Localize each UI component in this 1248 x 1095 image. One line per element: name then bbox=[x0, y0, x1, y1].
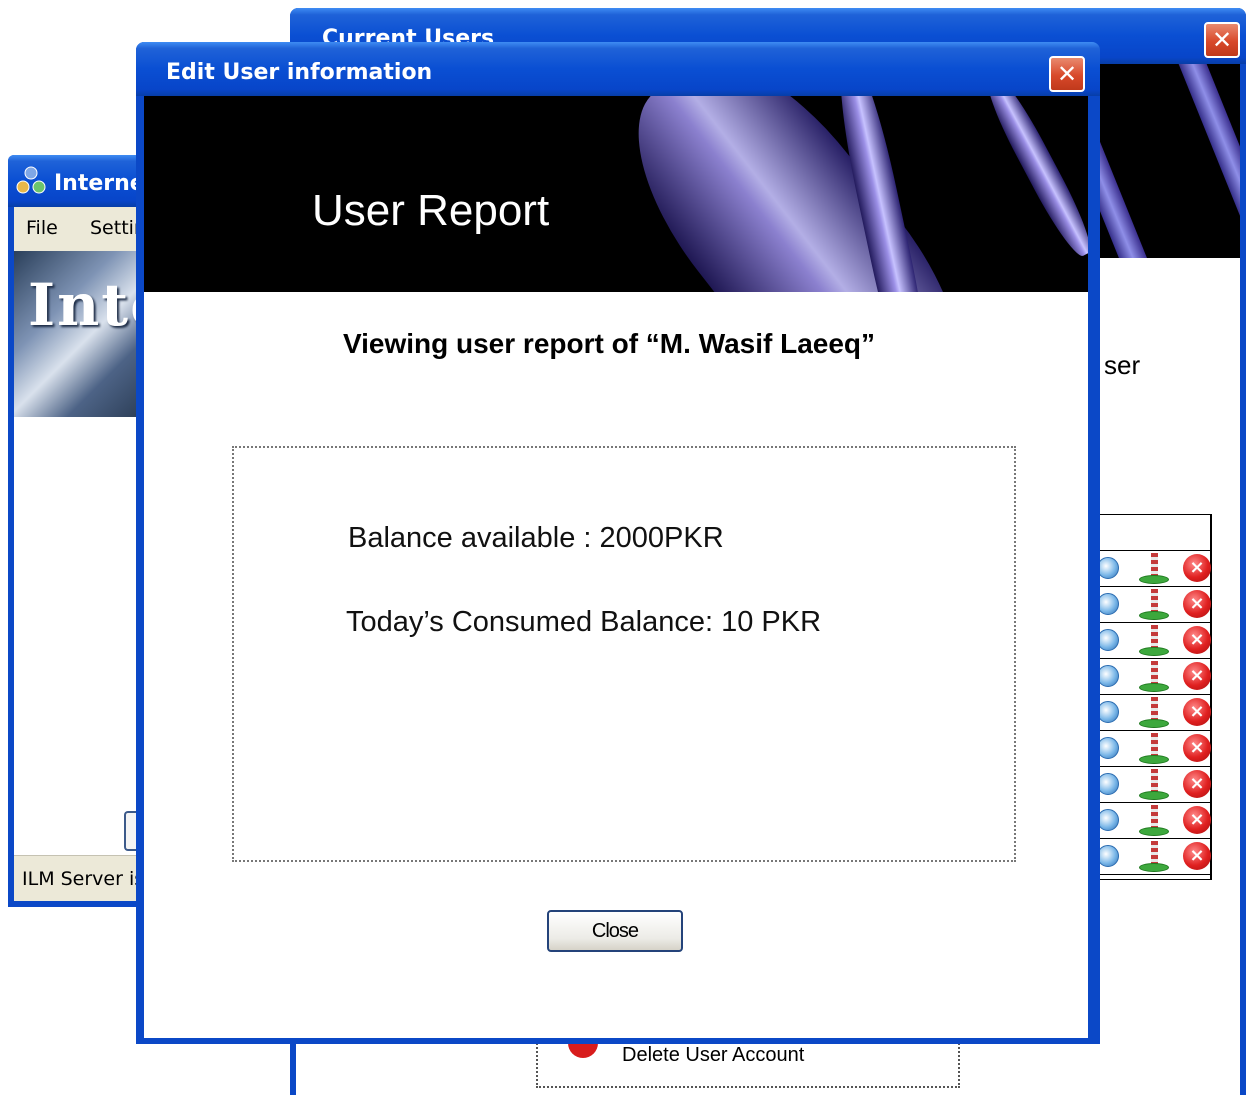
current-users-close-icon[interactable]: ✕ bbox=[1204, 22, 1240, 58]
edit-user-dialog: Edit User information ✕ User Report View… bbox=[136, 42, 1100, 1044]
delete-icon[interactable]: × bbox=[1183, 662, 1211, 690]
current-users-heading-fragment: ser bbox=[1104, 350, 1141, 380]
edit-user-icon[interactable] bbox=[1097, 773, 1119, 795]
edit-user-icon[interactable] bbox=[1097, 701, 1119, 723]
connection-icon[interactable] bbox=[1137, 589, 1171, 621]
table-row: × bbox=[1097, 839, 1211, 875]
delete-account-group: Delete User Account bbox=[536, 1036, 960, 1088]
delete-icon[interactable]: × bbox=[1183, 842, 1211, 870]
menu-file[interactable]: File bbox=[26, 217, 58, 239]
balance-info-box: Balance available : 2000PKR Today’s Cons… bbox=[232, 446, 1016, 862]
main-statusbar: ILM Server is bbox=[14, 855, 144, 901]
connection-icon[interactable] bbox=[1137, 805, 1171, 837]
banner-streak bbox=[594, 96, 1004, 292]
main-banner: Internet bbox=[14, 251, 140, 417]
dialog-client: User Report Viewing user report of “M. W… bbox=[144, 96, 1088, 1038]
connection-icon[interactable] bbox=[1137, 697, 1171, 729]
users-table: × × × × × × × × × bbox=[1096, 514, 1212, 880]
network-icon bbox=[16, 166, 46, 194]
banner-streak bbox=[978, 96, 1088, 262]
delete-account-label[interactable]: Delete User Account bbox=[622, 1044, 804, 1067]
table-row: × bbox=[1097, 803, 1211, 839]
edit-user-icon[interactable] bbox=[1097, 665, 1119, 687]
connection-icon[interactable] bbox=[1137, 625, 1171, 657]
main-app-window: Internet File Settings Internet ILM Serv… bbox=[8, 155, 168, 907]
table-row: × bbox=[1097, 623, 1211, 659]
consumed-balance-text: Today’s Consumed Balance: 10 PKR bbox=[346, 606, 822, 638]
main-menubar: File Settings bbox=[14, 207, 168, 251]
users-table-body: × × × × × × × × × bbox=[1097, 551, 1211, 875]
report-subtitle: Viewing user report of “M. Wasif Laeeq” bbox=[342, 328, 876, 359]
table-row: × bbox=[1097, 695, 1211, 731]
delete-icon[interactable]: × bbox=[1183, 734, 1211, 762]
delete-icon[interactable]: × bbox=[1183, 626, 1211, 654]
main-app-title: Internet bbox=[54, 171, 140, 196]
report-banner-title: User Report bbox=[312, 186, 550, 235]
edit-user-icon[interactable] bbox=[1097, 593, 1119, 615]
dialog-titlebar: Edit User information ✕ bbox=[136, 42, 1100, 96]
delete-icon[interactable]: × bbox=[1183, 698, 1211, 726]
table-row: × bbox=[1097, 767, 1211, 803]
close-button[interactable]: Close bbox=[547, 910, 683, 952]
header-streak bbox=[1160, 64, 1240, 258]
connection-icon[interactable] bbox=[1137, 733, 1171, 765]
connection-icon[interactable] bbox=[1137, 769, 1171, 801]
connection-icon[interactable] bbox=[1137, 841, 1171, 873]
delete-icon[interactable]: × bbox=[1183, 554, 1211, 582]
table-row: × bbox=[1097, 551, 1211, 587]
users-table-header bbox=[1097, 515, 1210, 551]
connection-icon[interactable] bbox=[1137, 553, 1171, 585]
dialog-title: Edit User information bbox=[166, 60, 433, 85]
delete-icon[interactable]: × bbox=[1183, 806, 1211, 834]
delete-icon[interactable]: × bbox=[1183, 770, 1211, 798]
edit-user-icon[interactable] bbox=[1097, 809, 1119, 831]
main-app-titlebar: Internet bbox=[8, 155, 140, 207]
main-banner-text: Internet bbox=[28, 271, 140, 339]
server-status-text: ILM Server is bbox=[22, 868, 145, 890]
edit-user-icon[interactable] bbox=[1097, 629, 1119, 651]
table-row: × bbox=[1097, 731, 1211, 767]
dialog-close-icon[interactable]: ✕ bbox=[1049, 56, 1085, 92]
report-banner: User Report bbox=[144, 96, 1088, 292]
table-row: × bbox=[1097, 587, 1211, 623]
delete-icon[interactable]: × bbox=[1183, 590, 1211, 618]
table-row: × bbox=[1097, 659, 1211, 695]
main-content-area bbox=[14, 417, 140, 855]
connection-icon[interactable] bbox=[1137, 661, 1171, 693]
edit-user-icon[interactable] bbox=[1097, 845, 1119, 867]
balance-available-text: Balance available : 2000PKR bbox=[348, 522, 724, 554]
edit-user-icon[interactable] bbox=[1097, 557, 1119, 579]
edit-user-icon[interactable] bbox=[1097, 737, 1119, 759]
